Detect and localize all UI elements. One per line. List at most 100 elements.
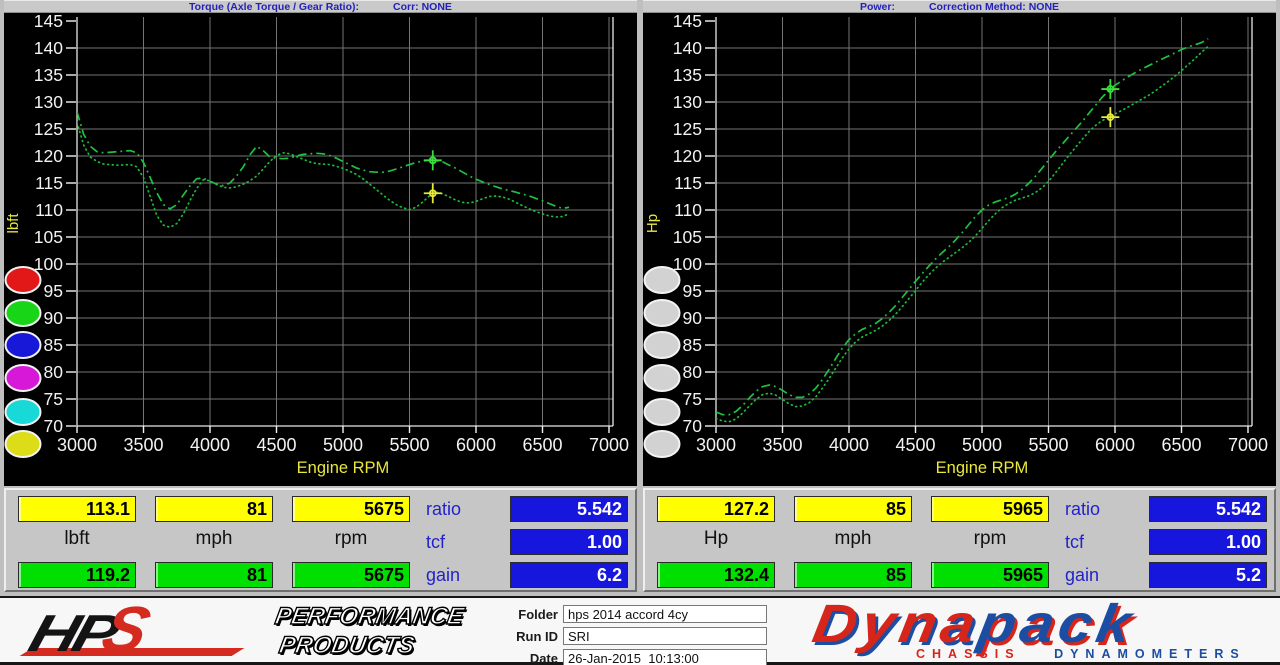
y-tick-label: 75 — [683, 389, 702, 409]
x-tick-label: 7000 — [1228, 435, 1268, 455]
y-tick-label: 75 — [44, 389, 63, 409]
x-tick-label: 6500 — [1161, 435, 1201, 455]
y-tick-label: 125 — [34, 119, 63, 139]
channel-button[interactable] — [645, 399, 680, 425]
products-text: PRODUCTS — [277, 631, 466, 660]
x-tick-label: 6500 — [522, 435, 562, 455]
hps-logo-tagline: PERFORMANCE PRODUCTS — [278, 602, 466, 660]
channel-button[interactable] — [6, 332, 41, 358]
torque-chart-titlebar: Torque (Axle Torque / Gear Ratio): Corr:… — [4, 0, 637, 13]
torque-current-value: 119.2 — [18, 562, 136, 588]
channel-button[interactable] — [6, 300, 41, 326]
cursor-marker[interactable] — [424, 183, 442, 203]
x-tick-label: 4000 — [829, 435, 869, 455]
power-cursor-rpm: 5965 — [931, 496, 1049, 522]
axes — [77, 17, 613, 426]
ratio-value: 5.542 — [510, 496, 628, 522]
x-tick-label: 6000 — [1095, 435, 1135, 455]
x-tick-label: 4500 — [895, 435, 935, 455]
y-tick-label: 140 — [34, 38, 63, 58]
y-tick-label: 105 — [34, 227, 63, 247]
cursor-marker[interactable] — [424, 150, 442, 170]
torque-plot-area[interactable]: 1451401351301251201151101051009590858075… — [4, 13, 637, 486]
tcf-label: tcf — [1065, 529, 1135, 555]
x-tick-label: 3500 — [762, 435, 802, 455]
tcf-value: 1.00 — [1149, 529, 1267, 555]
channel-button[interactable] — [645, 431, 680, 457]
y-tick-label: 125 — [673, 119, 702, 139]
channel-button[interactable] — [645, 365, 680, 391]
date-label: Date — [500, 651, 558, 665]
channel-button[interactable] — [6, 399, 41, 425]
y-tick-label: 120 — [34, 146, 63, 166]
run-id-field[interactable] — [563, 627, 767, 645]
y-tick-label: 70 — [683, 416, 703, 436]
performance-text: PERFORMANCE — [273, 602, 466, 631]
torque-current-rpm: 5675 — [292, 562, 410, 588]
y-tick-label: 90 — [683, 308, 703, 328]
folder-field[interactable] — [563, 605, 767, 623]
y-tick-label: 135 — [34, 65, 63, 85]
torque-unit-label: lbft — [18, 528, 136, 550]
torque-chart-panel: Torque (Axle Torque / Gear Ratio): Corr:… — [4, 0, 637, 486]
cursor-marker[interactable] — [1101, 107, 1119, 127]
y-tick-label: 115 — [35, 173, 63, 193]
gain-value: 5.2 — [1149, 562, 1267, 588]
torque-corr-label: Corr: NONE — [393, 1, 452, 13]
y-tick-label: 110 — [674, 200, 702, 220]
gain-value: 6.2 — [510, 562, 628, 588]
gridlines — [77, 17, 613, 426]
dynapack-logo-dyna: Dyna — [808, 594, 984, 654]
y-tick-label: 70 — [44, 416, 64, 436]
x-tick-label: 5500 — [389, 435, 429, 455]
power-corr-label: Correction Method: NONE — [929, 1, 1059, 13]
y-tick-label: 130 — [34, 92, 63, 112]
power-chart-titlebar: Power: Correction Method: NONE — [643, 0, 1276, 13]
channel-button[interactable] — [6, 267, 41, 293]
y-tick-label: 120 — [673, 146, 702, 166]
y-tick-label: 115 — [674, 173, 702, 193]
channel-button[interactable] — [645, 300, 680, 326]
rpm-unit-label: rpm — [292, 528, 410, 550]
y-tick-label: 135 — [673, 65, 702, 85]
power-chart-title: Power: — [860, 1, 895, 13]
power-current-value: 132.4 — [657, 562, 775, 588]
y-tick-label: 90 — [44, 308, 64, 328]
channel-button[interactable] — [645, 332, 680, 358]
y-axis-labels: 1451401351301251201151101051009590858075… — [34, 13, 76, 436]
gain-label: gain — [1065, 562, 1135, 588]
power-plot-area[interactable]: 1451401351301251201151101051009590858075… — [643, 13, 1276, 486]
ratio-value: 5.542 — [1149, 496, 1267, 522]
y-tick-label: 95 — [683, 281, 702, 301]
x-tick-label: 5000 — [962, 435, 1002, 455]
power-current-rpm: 5965 — [931, 562, 1049, 588]
y-tick-label: 130 — [673, 92, 702, 112]
mph-unit-label: mph — [155, 528, 273, 550]
x-axis-title: Engine RPM — [936, 459, 1029, 477]
y-tick-label: 145 — [673, 13, 702, 31]
y-axis-labels: 1451401351301251201151101051009590858075… — [673, 13, 715, 436]
x-tick-label: 3000 — [57, 435, 97, 455]
power-unit-label: Hp — [657, 528, 775, 550]
curve-torque-current-run — [77, 112, 569, 209]
torque-current-mph: 81 — [155, 562, 273, 588]
gain-label: gain — [426, 562, 496, 588]
dynapack-logo-pack: pack — [974, 594, 1140, 654]
torque-chart-title: Torque (Axle Torque / Gear Ratio): — [189, 1, 359, 13]
dynapack-logo: Dynapack CHASSIS DYNAMOMETERS — [818, 599, 1270, 661]
y-axis-title: Hp — [644, 214, 661, 233]
y-tick-label: 100 — [673, 254, 702, 274]
x-tick-label: 3000 — [696, 435, 736, 455]
y-tick-label: 110 — [35, 200, 63, 220]
channel-button[interactable] — [645, 267, 680, 293]
hps-logo: HPS — [22, 598, 139, 664]
channel-button[interactable] — [6, 431, 41, 457]
curve-torque-reference-run — [77, 123, 569, 228]
y-tick-label: 100 — [34, 254, 63, 274]
channel-button[interactable] — [6, 365, 41, 391]
x-tick-label: 7000 — [589, 435, 629, 455]
x-tick-label: 4000 — [190, 435, 230, 455]
date-field[interactable] — [563, 649, 767, 665]
curve-power-current-run — [716, 39, 1208, 415]
ratio-label: ratio — [1065, 496, 1135, 522]
